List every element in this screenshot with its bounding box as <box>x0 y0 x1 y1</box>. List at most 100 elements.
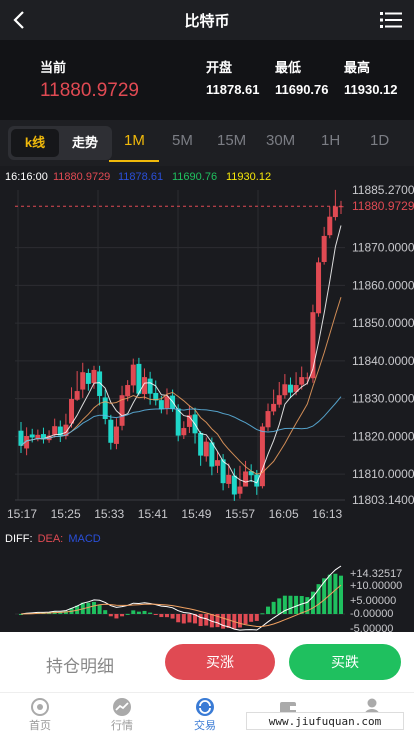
candle-body <box>276 395 282 405</box>
x-tick-label: 15:57 <box>225 507 255 521</box>
x-tick-label: 15:41 <box>138 507 168 521</box>
macd-axis-label: +10.00000 <box>350 580 402 592</box>
macd-bar <box>148 612 153 614</box>
y-tick-label: 11820.0000 <box>352 429 414 443</box>
macd-bar <box>294 595 299 614</box>
candle-body <box>18 430 24 446</box>
macd-bar <box>153 614 158 615</box>
candle-body <box>259 426 265 487</box>
macd-bar <box>339 575 343 614</box>
macd-bar <box>260 613 265 615</box>
candle-body <box>316 262 322 314</box>
macd-bar <box>288 595 293 614</box>
candle-body <box>237 486 243 494</box>
candle-body <box>181 428 187 436</box>
macd-diff-label: DIFF: <box>5 533 33 545</box>
market-icon <box>113 698 131 716</box>
macd-bar <box>266 606 271 614</box>
macd-bar <box>97 605 102 614</box>
trade-action-bar: 持仓明细 买涨 买跌 <box>0 632 414 692</box>
watermark-text: www.jiufuquan.com <box>246 712 404 730</box>
y-tick-label: 11860.0000 <box>352 278 414 292</box>
buy-up-button[interactable]: 买涨 <box>165 644 275 680</box>
y-tick-label: 11840.0000 <box>352 354 414 368</box>
candle-body <box>243 471 249 487</box>
macd-axis-label: +5.00000 <box>350 595 396 607</box>
candle-body <box>108 419 114 443</box>
macd-bar <box>243 614 248 625</box>
macd-bar <box>221 614 226 629</box>
ma10-line <box>20 297 342 475</box>
macd-bar <box>125 613 130 615</box>
x-tick-label: 15:25 <box>51 507 81 521</box>
macd-bar <box>142 610 147 614</box>
macd-bar <box>249 614 254 622</box>
macd-bar <box>86 602 91 614</box>
x-tick-label: 15:17 <box>7 507 37 521</box>
macd-axis-label: -5.00000 <box>350 623 393 632</box>
candle-body <box>338 206 344 208</box>
candle-body <box>332 206 338 218</box>
macd-bar <box>187 614 192 623</box>
candle-body <box>85 372 91 384</box>
candle-body <box>203 441 209 457</box>
ma30-line <box>20 396 342 447</box>
macd-bar <box>136 611 141 614</box>
candle-body <box>125 385 131 397</box>
macd-bar <box>164 614 169 618</box>
nav-trade-label: 交易 <box>194 720 216 732</box>
nav-home[interactable]: 首页 <box>10 693 70 736</box>
ma5-line <box>20 225 342 484</box>
y-tick-label: 11803.1400 <box>352 493 414 507</box>
macd-axis-label: -0.00000 <box>350 608 393 620</box>
macd-macd-label: MACD <box>68 533 101 545</box>
macd-bar <box>181 614 186 624</box>
candle-body <box>113 426 119 444</box>
macd-legend: DIFF: DEA: MACD <box>5 533 101 545</box>
nav-trade[interactable]: 交易 <box>175 693 235 736</box>
macd-bar <box>120 614 125 617</box>
candle-body <box>214 460 220 466</box>
y-tick-label: 11850.0000 <box>352 316 414 330</box>
macd-bar <box>226 614 231 628</box>
candle-body <box>282 384 288 396</box>
candle-body <box>147 378 153 394</box>
macd-bar <box>103 610 108 614</box>
candle-body <box>74 391 80 400</box>
candle-body <box>254 474 260 487</box>
candle-body <box>299 377 305 385</box>
macd-bar <box>271 601 276 614</box>
macd-bar <box>108 614 113 617</box>
candle-body <box>130 364 136 386</box>
macd-bar <box>114 614 119 619</box>
candle-body <box>321 235 327 262</box>
y-tick-label: 11810.0000 <box>352 467 414 481</box>
positions-link[interactable]: 持仓明细 <box>46 652 114 677</box>
candle-body <box>164 396 170 409</box>
macd-bar <box>333 573 338 614</box>
macd-axis-label: +14.32517 <box>350 568 402 580</box>
macd-dea-label: DEA: <box>37 533 64 545</box>
macd-bar <box>277 598 282 614</box>
candle-body <box>158 400 164 410</box>
buy-down-button[interactable]: 买跌 <box>289 644 401 680</box>
candle-body <box>198 432 204 456</box>
home-icon <box>31 698 49 716</box>
candle-body <box>271 403 277 412</box>
macd-bar <box>237 614 242 628</box>
candle-body <box>231 475 237 495</box>
y-tick-label: 11880.9729 <box>352 199 414 213</box>
nav-market-label: 行情 <box>111 720 133 732</box>
macd-bar <box>176 614 181 623</box>
macd-bar <box>91 601 96 614</box>
x-tick-label: 15:49 <box>181 507 211 521</box>
x-tick-label: 15:33 <box>94 507 124 521</box>
macd-bar <box>170 614 175 619</box>
candle-body <box>52 426 58 435</box>
nav-home-label: 首页 <box>29 720 51 732</box>
trade-icon <box>196 698 214 716</box>
nav-market[interactable]: 行情 <box>92 693 152 736</box>
y-tick-label: 11830.0000 <box>352 392 414 406</box>
y-tick-label: 11885.2700 <box>352 183 414 197</box>
macd-dea-line <box>20 584 342 628</box>
